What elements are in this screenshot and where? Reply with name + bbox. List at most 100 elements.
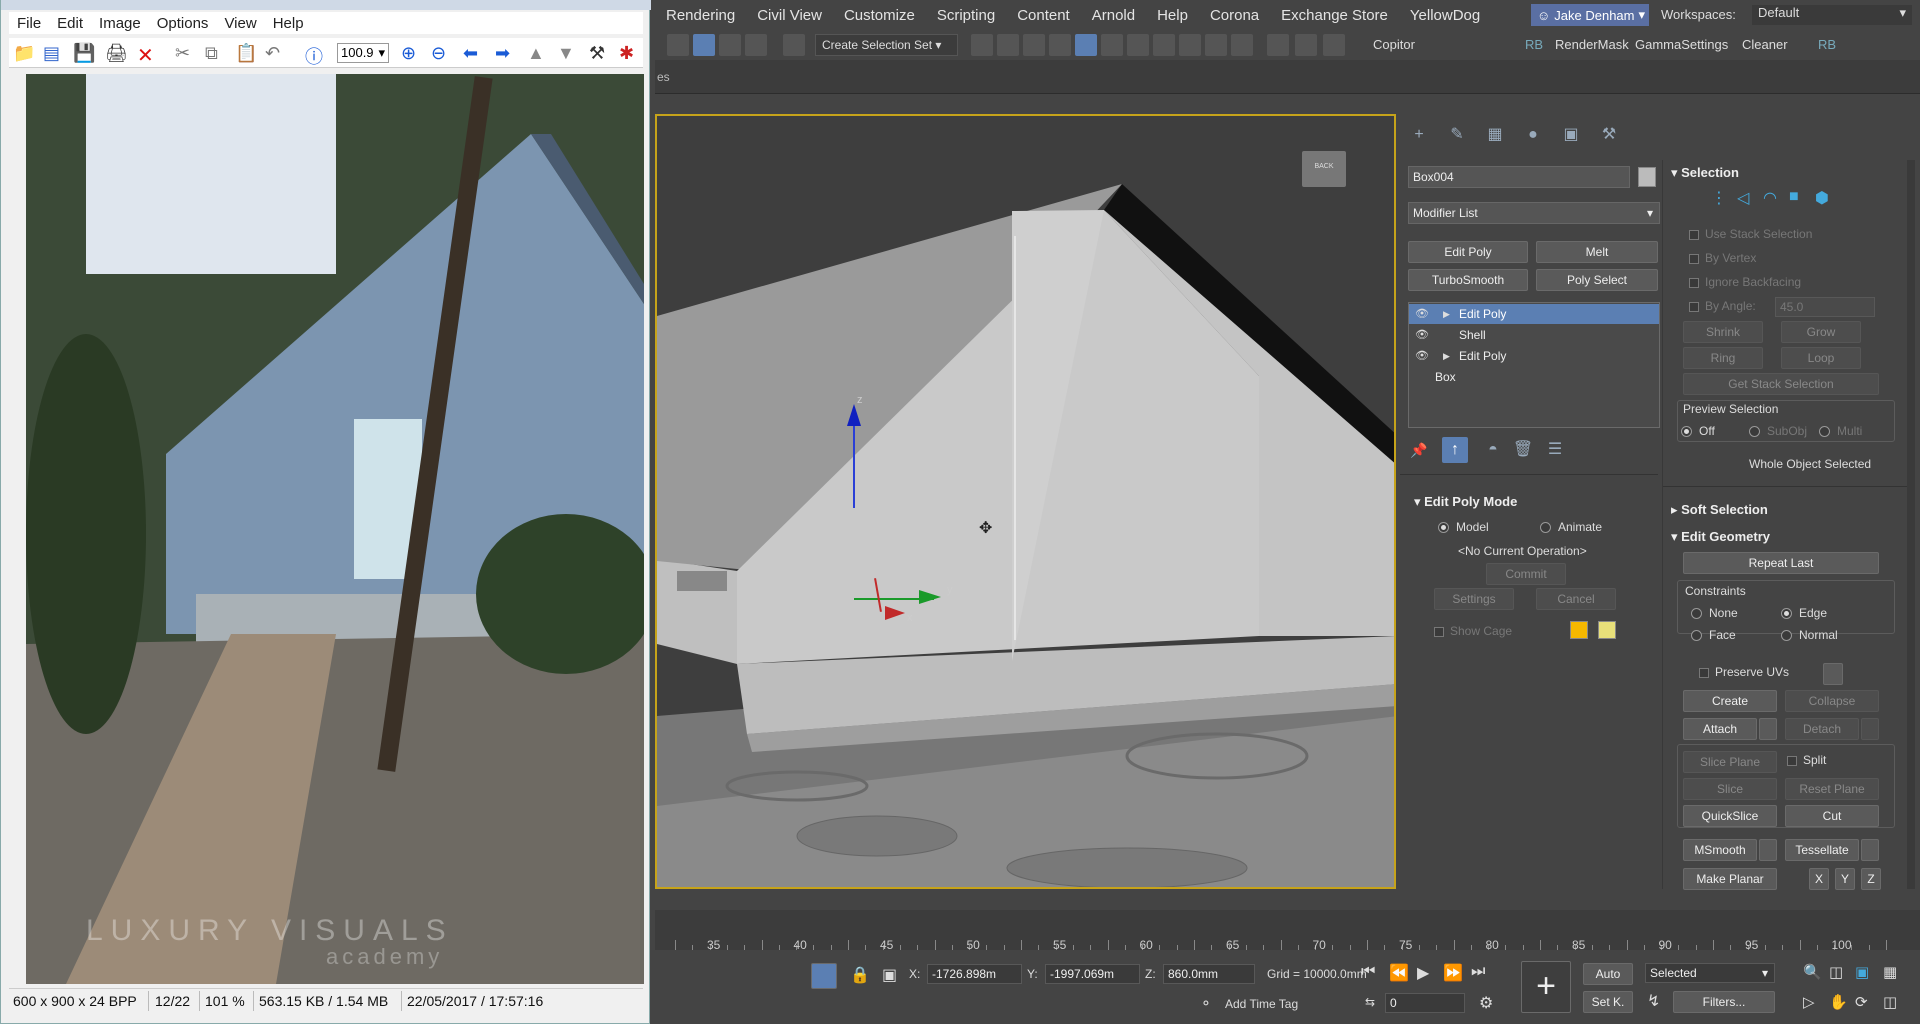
constraint-none-radio[interactable] bbox=[1691, 608, 1702, 619]
settings-button[interactable]: Settings bbox=[1434, 588, 1514, 610]
border-icon[interactable]: ◠ bbox=[1763, 188, 1777, 208]
settings-tools-icon[interactable]: ⚒ bbox=[589, 43, 609, 63]
y-coord-field[interactable]: -1997.069m bbox=[1045, 964, 1140, 984]
stack-item-box[interactable]: Box bbox=[1409, 367, 1659, 387]
preview-multi-radio[interactable] bbox=[1819, 426, 1830, 437]
align-icon[interactable] bbox=[997, 34, 1019, 56]
copitor-button[interactable]: Copitor bbox=[1373, 37, 1415, 52]
mirror-icon[interactable] bbox=[971, 34, 993, 56]
max-menu-item-scripting[interactable]: Scripting bbox=[926, 7, 1006, 24]
viewer-menu-item-image[interactable]: Image bbox=[91, 15, 149, 32]
zoom-all-icon[interactable]: ◫ bbox=[1829, 963, 1843, 981]
object-color-swatch[interactable] bbox=[1638, 167, 1656, 187]
open-folder-icon[interactable]: 📁 bbox=[13, 43, 35, 63]
eye-icon[interactable]: 👁 bbox=[1415, 325, 1429, 345]
split-checkbox[interactable] bbox=[1787, 756, 1797, 766]
show-end-result-icon[interactable]: ↑ bbox=[1442, 437, 1468, 463]
create-selection-set-dropdown[interactable]: Create Selection Set ▾ bbox=[815, 34, 958, 56]
scene-explorer-icon[interactable] bbox=[1023, 34, 1045, 56]
zoom-icon[interactable]: 🔍 bbox=[1803, 963, 1822, 981]
max-menu-item-exchange-store[interactable]: Exchange Store bbox=[1270, 7, 1399, 24]
planar-z-button[interactable]: Z bbox=[1861, 868, 1881, 890]
rb-icon[interactable]: RB bbox=[1525, 37, 1543, 52]
plugin-icon-3[interactable] bbox=[1323, 34, 1345, 56]
cancel-button[interactable]: Cancel bbox=[1536, 588, 1616, 610]
copy-icon[interactable]: ⧉ bbox=[205, 43, 225, 63]
zoom-combo[interactable]: 100.9 ▾ bbox=[337, 43, 389, 63]
get-stack-selection-button[interactable]: Get Stack Selection bbox=[1683, 373, 1879, 395]
orbit-icon[interactable]: ⟳ bbox=[1855, 993, 1868, 1011]
toggle-ribbon-icon[interactable] bbox=[1075, 34, 1097, 56]
viewer-menu-item-file[interactable]: File bbox=[9, 15, 49, 32]
lock-icon[interactable]: 🔒 bbox=[850, 965, 870, 985]
viewer-menu-item-help[interactable]: Help bbox=[265, 15, 312, 32]
selection-lock-icon[interactable] bbox=[811, 963, 837, 989]
viewer-menu-item-view[interactable]: View bbox=[216, 15, 264, 32]
turbosmooth-button[interactable]: TurboSmooth bbox=[1408, 269, 1528, 291]
zoom-in-icon[interactable]: ⊕ bbox=[401, 43, 421, 63]
delete-icon[interactable]: ✕ bbox=[137, 43, 157, 67]
make-unique-icon[interactable]: ◓ bbox=[1480, 437, 1506, 463]
material-editor-icon[interactable] bbox=[1153, 34, 1175, 56]
cut-icon[interactable]: ✂ bbox=[175, 43, 195, 63]
planar-y-button[interactable]: Y bbox=[1835, 868, 1855, 890]
snap-3d-icon[interactable] bbox=[667, 34, 689, 56]
zoom-extents-icon[interactable]: ▣ bbox=[1855, 963, 1869, 981]
zoom-out-icon[interactable]: ⊖ bbox=[431, 43, 451, 63]
repeat-last-button[interactable]: Repeat Last bbox=[1683, 552, 1879, 574]
set-key-big-icon[interactable]: + bbox=[1521, 961, 1571, 1013]
attach-list-icon[interactable] bbox=[1759, 718, 1777, 740]
print-icon[interactable]: 🖨 bbox=[105, 43, 128, 63]
preview-subobj-radio[interactable] bbox=[1749, 426, 1760, 437]
selection-rollout-title[interactable]: ▾ Selection bbox=[1671, 165, 1739, 181]
commit-button[interactable]: Commit bbox=[1486, 563, 1566, 585]
poly-select-button[interactable]: Poly Select bbox=[1536, 269, 1658, 291]
absolute-mode-icon[interactable]: ▣ bbox=[882, 965, 897, 985]
save-icon[interactable]: 💾 bbox=[73, 43, 95, 63]
exit-icon[interactable]: ✱ bbox=[619, 43, 639, 63]
auto-key-button[interactable]: Auto bbox=[1583, 963, 1633, 985]
percent-snap-icon[interactable] bbox=[719, 34, 741, 56]
set-key-button[interactable]: Set K. bbox=[1583, 991, 1633, 1013]
max-menu-item-yellowdog[interactable]: YellowDog bbox=[1399, 7, 1491, 24]
animate-radio[interactable] bbox=[1540, 522, 1551, 533]
preserve-uvs-checkbox[interactable] bbox=[1699, 668, 1709, 678]
vertex-icon[interactable]: ⋮ bbox=[1711, 188, 1727, 208]
render-production-icon[interactable] bbox=[1231, 34, 1253, 56]
planar-x-button[interactable]: X bbox=[1809, 868, 1829, 890]
max-menu-item-customize[interactable]: Customize bbox=[833, 7, 926, 24]
edge-icon[interactable]: ◁ bbox=[1737, 188, 1749, 208]
viewcube[interactable]: BACK bbox=[1302, 151, 1346, 187]
soft-selection-rollout-title[interactable]: ▸ Soft Selection bbox=[1671, 502, 1768, 518]
spinner-snap-icon[interactable] bbox=[745, 34, 767, 56]
timeline-ruler[interactable]: 35 40 45 50 55 60 65 70 75 80 85 90 95 100 bbox=[655, 910, 1920, 952]
loop-button[interactable]: Loop bbox=[1781, 347, 1861, 369]
ring-button[interactable]: Ring bbox=[1683, 347, 1763, 369]
trash-icon[interactable]: 🗑 bbox=[1510, 437, 1536, 463]
eye-icon[interactable]: 👁 bbox=[1415, 346, 1429, 366]
hierarchy-tab-icon[interactable]: ▦ bbox=[1482, 122, 1508, 148]
cage-color-swatch-1[interactable] bbox=[1570, 621, 1588, 639]
slice-button[interactable]: Slice bbox=[1683, 778, 1777, 800]
last-image-icon[interactable]: ▼ bbox=[557, 43, 577, 63]
user-account-dropdown[interactable]: ☺ Jake Denham ▾ bbox=[1531, 4, 1649, 26]
preview-off-radio[interactable] bbox=[1681, 426, 1692, 437]
edit-poly-mode-rollout-title[interactable]: ▾ Edit Poly Mode bbox=[1414, 494, 1517, 510]
cut-button[interactable]: Cut bbox=[1785, 805, 1879, 827]
attach-button[interactable]: Attach bbox=[1683, 718, 1757, 740]
filters-button[interactable]: Filters... bbox=[1673, 991, 1775, 1013]
rendered-frame-window-icon[interactable] bbox=[1205, 34, 1227, 56]
gizmo-z-axis[interactable]: z bbox=[847, 394, 863, 508]
msmooth-settings-icon[interactable] bbox=[1759, 839, 1777, 861]
modify-tab-icon[interactable]: ✎ bbox=[1444, 122, 1470, 148]
eye-icon[interactable]: 👁 bbox=[1415, 304, 1429, 324]
stack-item-shell[interactable]: 👁 Shell bbox=[1409, 325, 1659, 345]
max-menu-item-help[interactable]: Help bbox=[1146, 7, 1199, 24]
constraint-normal-radio[interactable] bbox=[1781, 630, 1792, 641]
cleaner-button[interactable]: Cleaner bbox=[1742, 37, 1788, 52]
detach-settings-icon[interactable] bbox=[1861, 718, 1879, 740]
max-menu-item-corona[interactable]: Corona bbox=[1199, 7, 1270, 24]
plugin-icon-1[interactable] bbox=[1267, 34, 1289, 56]
edit-poly-button[interactable]: Edit Poly bbox=[1408, 241, 1528, 263]
max-menu-item-civil-view[interactable]: Civil View bbox=[746, 7, 833, 24]
